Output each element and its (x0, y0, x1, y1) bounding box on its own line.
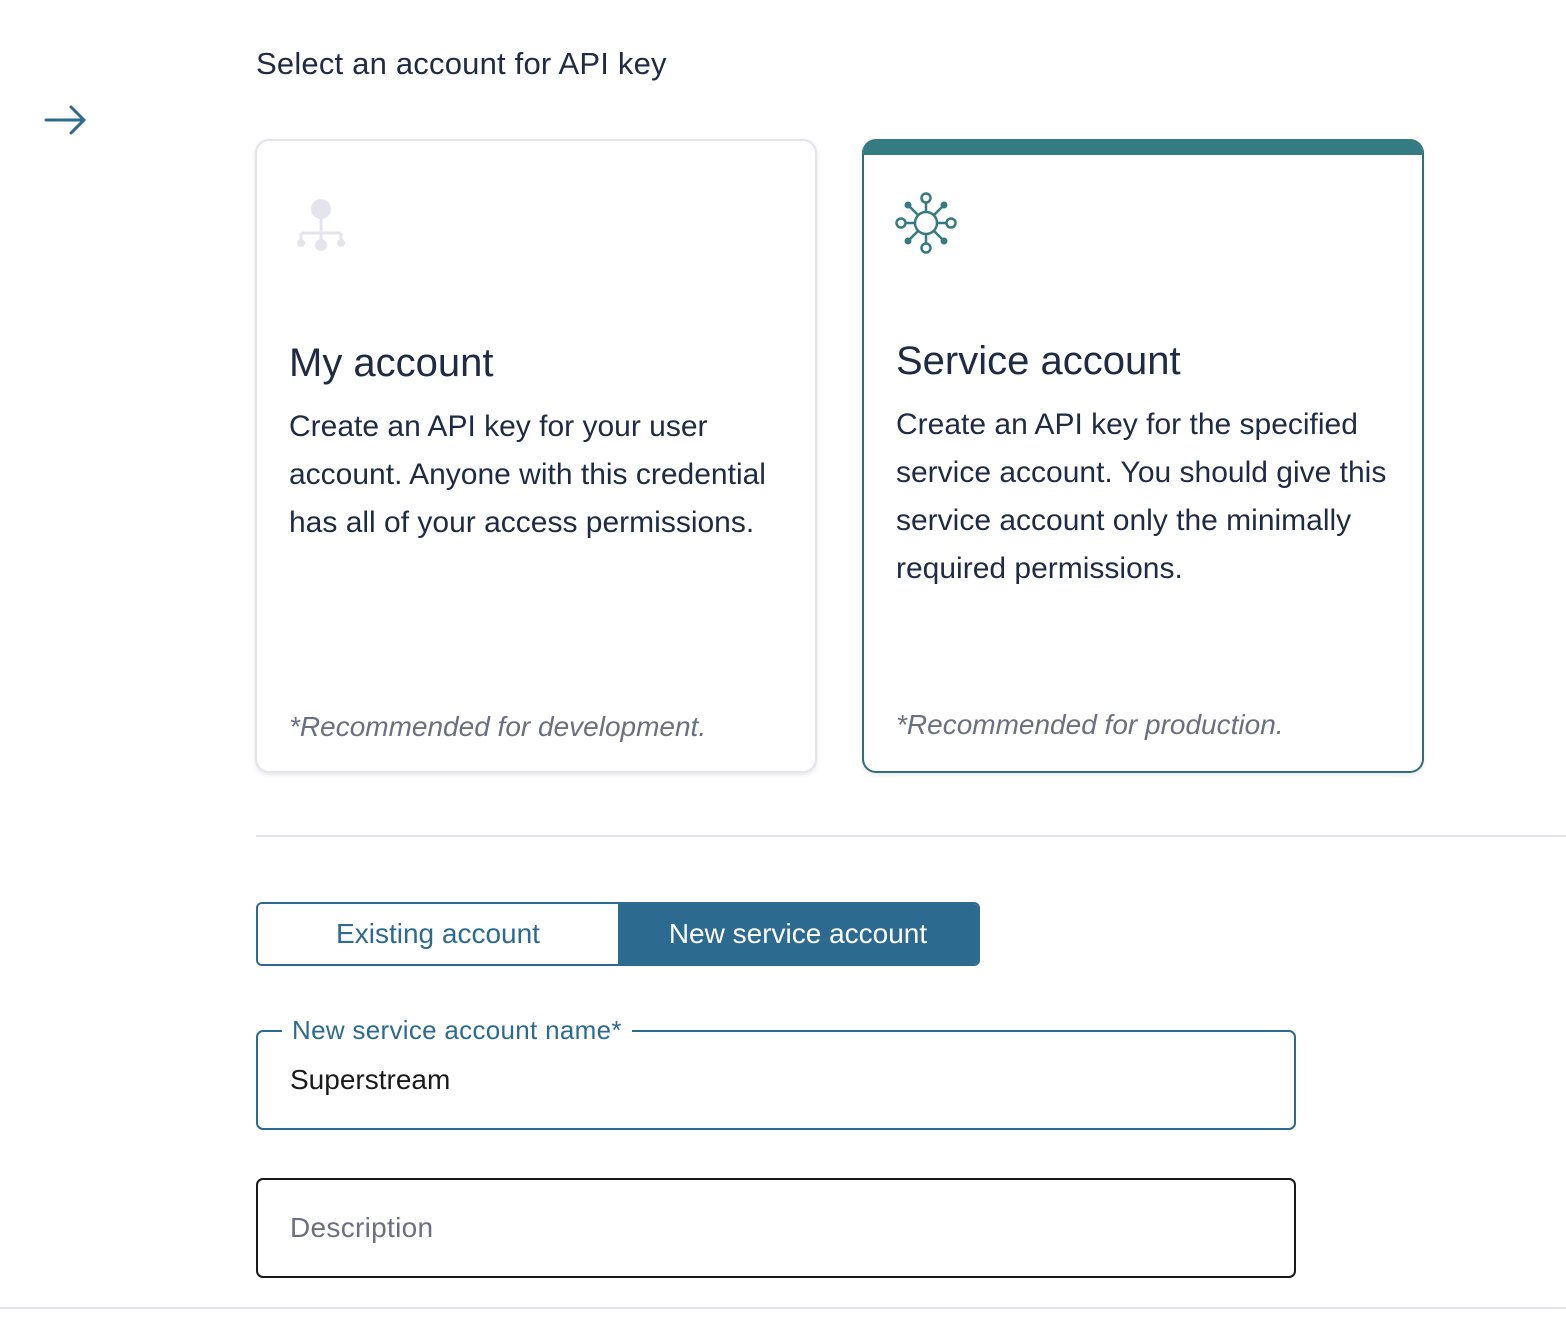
description-input[interactable] (258, 1180, 1294, 1276)
arrow-right-icon[interactable] (44, 100, 88, 140)
hierarchy-icon (297, 199, 345, 251)
my-account-card[interactable]: My account Create an API key for your us… (255, 139, 817, 773)
my-account-title: My account (289, 341, 494, 385)
page-title: Select an account for API key (256, 46, 667, 81)
my-account-description: Create an API key for your user account.… (289, 410, 766, 539)
my-account-recommendation: *Recommended for development. (289, 711, 707, 742)
service-account-name-input[interactable] (258, 1032, 1294, 1128)
service-account-title: Service account (896, 339, 1181, 383)
service-account-name-field: New service account name* (256, 1015, 1296, 1130)
service-account-recommendation: *Recommended for production. (896, 709, 1284, 740)
new-service-account-option[interactable]: New service account (618, 904, 978, 964)
network-hub-icon (895, 192, 957, 254)
existing-account-option[interactable]: Existing account (258, 904, 618, 964)
bottom-divider (0, 1307, 1566, 1309)
description-field (256, 1178, 1296, 1278)
service-account-description: Create an API key for the specified serv… (896, 408, 1387, 585)
api-key-account-selection-page: Select an account for API key My account… (0, 0, 1566, 1328)
service-account-card[interactable]: Service account Create an API key for th… (862, 139, 1424, 773)
section-divider (256, 835, 1566, 837)
service-account-name-label: New service account name* (282, 1015, 632, 1046)
account-type-toggle: Existing account New service account (256, 902, 980, 966)
